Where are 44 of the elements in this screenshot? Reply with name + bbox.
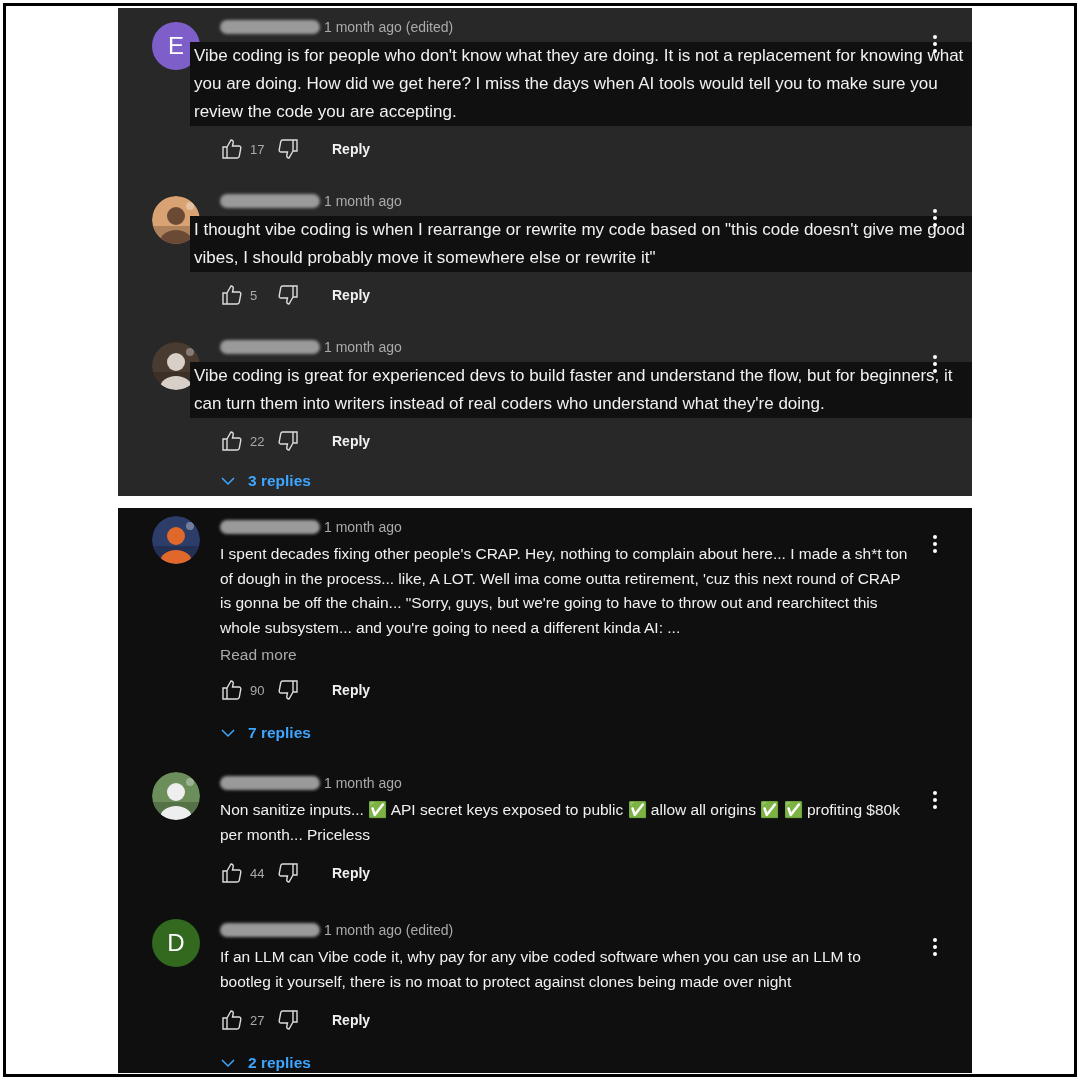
comment-time: 1 month ago (edited) (324, 19, 454, 35)
thumbs-down-icon[interactable] (276, 283, 300, 307)
reply-button[interactable]: Reply (324, 861, 379, 885)
like-count: 90 (250, 682, 266, 698)
comment-time: 1 month ago (324, 193, 402, 209)
avatar[interactable]: D (152, 919, 200, 967)
comment-text: I spent decades fixing other people's CRAP. Hey, nothing to complain about here... I made a sh*t ton of dough in the process... like, A LOT. Well ima come outta retirement, 'cuz this next round of CRAP is gonna be off the chain... "Sorry, guys, but we're going to have to throw out and rearchitect this whole subsystem... and you're going to need a different kinda AI: ... (220, 544, 909, 638)
read-more-link[interactable]: Read more (220, 646, 297, 664)
comment-text: Vibe coding is great for experienced devs to build faster and understand the flow, but for beginners, it can turn them into writers instead of real coders who understand what they're doing. (190, 362, 972, 418)
comment-time: 1 month ago (edited) (324, 922, 454, 938)
comment-text: If an LLM can Vibe code it, why pay for any vibe coded software when you can use an LLM to bootleg it yourself, there is no moat to protect against clones being made over night (220, 947, 862, 992)
reply-button[interactable]: Reply (324, 137, 379, 161)
more-options-icon[interactable] (932, 937, 938, 957)
thumbs-up-icon[interactable] (220, 678, 244, 702)
replies-toggle[interactable]: 7 replies (220, 718, 311, 748)
like-count: 5 (250, 287, 259, 303)
comment-time: 1 month ago (324, 519, 402, 535)
like-count: 22 (250, 433, 266, 449)
comment-text: I thought vibe coding is when I rearrange or rewrite my code based on "this code doesn't give me good vibes, I should probably move it somewhere else or rewrite it" (190, 216, 972, 272)
thumbs-down-icon[interactable] (276, 678, 300, 702)
reply-button[interactable]: Reply (324, 1008, 379, 1032)
like-count: 17 (250, 141, 266, 157)
thumbs-down-icon[interactable] (276, 429, 300, 453)
thumbs-down-icon[interactable] (276, 861, 300, 885)
comment-time: 1 month ago (324, 775, 402, 791)
thumbs-down-icon[interactable] (276, 137, 300, 161)
reply-button[interactable]: Reply (324, 429, 379, 453)
reply-button[interactable]: Reply (324, 283, 379, 307)
reply-button[interactable]: Reply (324, 678, 379, 702)
comment-text: Non sanitize inputs... ✅ API secret keys exposed to public ✅ allow all origins ✅ ✅ profiting $80k per month... Priceless (220, 800, 901, 845)
thumbs-up-icon[interactable] (220, 1008, 244, 1032)
like-count: 44 (250, 865, 266, 881)
thumbs-up-icon[interactable] (220, 429, 244, 453)
replies-toggle[interactable]: 3 replies (220, 466, 311, 496)
more-options-icon[interactable] (932, 534, 938, 554)
thumbs-up-icon[interactable] (220, 137, 244, 161)
more-options-icon[interactable] (932, 790, 938, 810)
thumbs-up-icon[interactable] (220, 861, 244, 885)
like-count: 27 (250, 1012, 266, 1028)
thumbs-down-icon[interactable] (276, 1008, 300, 1032)
comment-time: 1 month ago (324, 339, 402, 355)
comment-text: Vibe coding is for people who don't know what they are doing. It is not a replacement for knowing what you are doing. How did we get here? I miss the days when AI tools would tell you to make sure you review the code you are accepting. (190, 42, 972, 126)
thumbs-up-icon[interactable] (220, 283, 244, 307)
replies-toggle[interactable]: 2 replies (220, 1048, 311, 1078)
